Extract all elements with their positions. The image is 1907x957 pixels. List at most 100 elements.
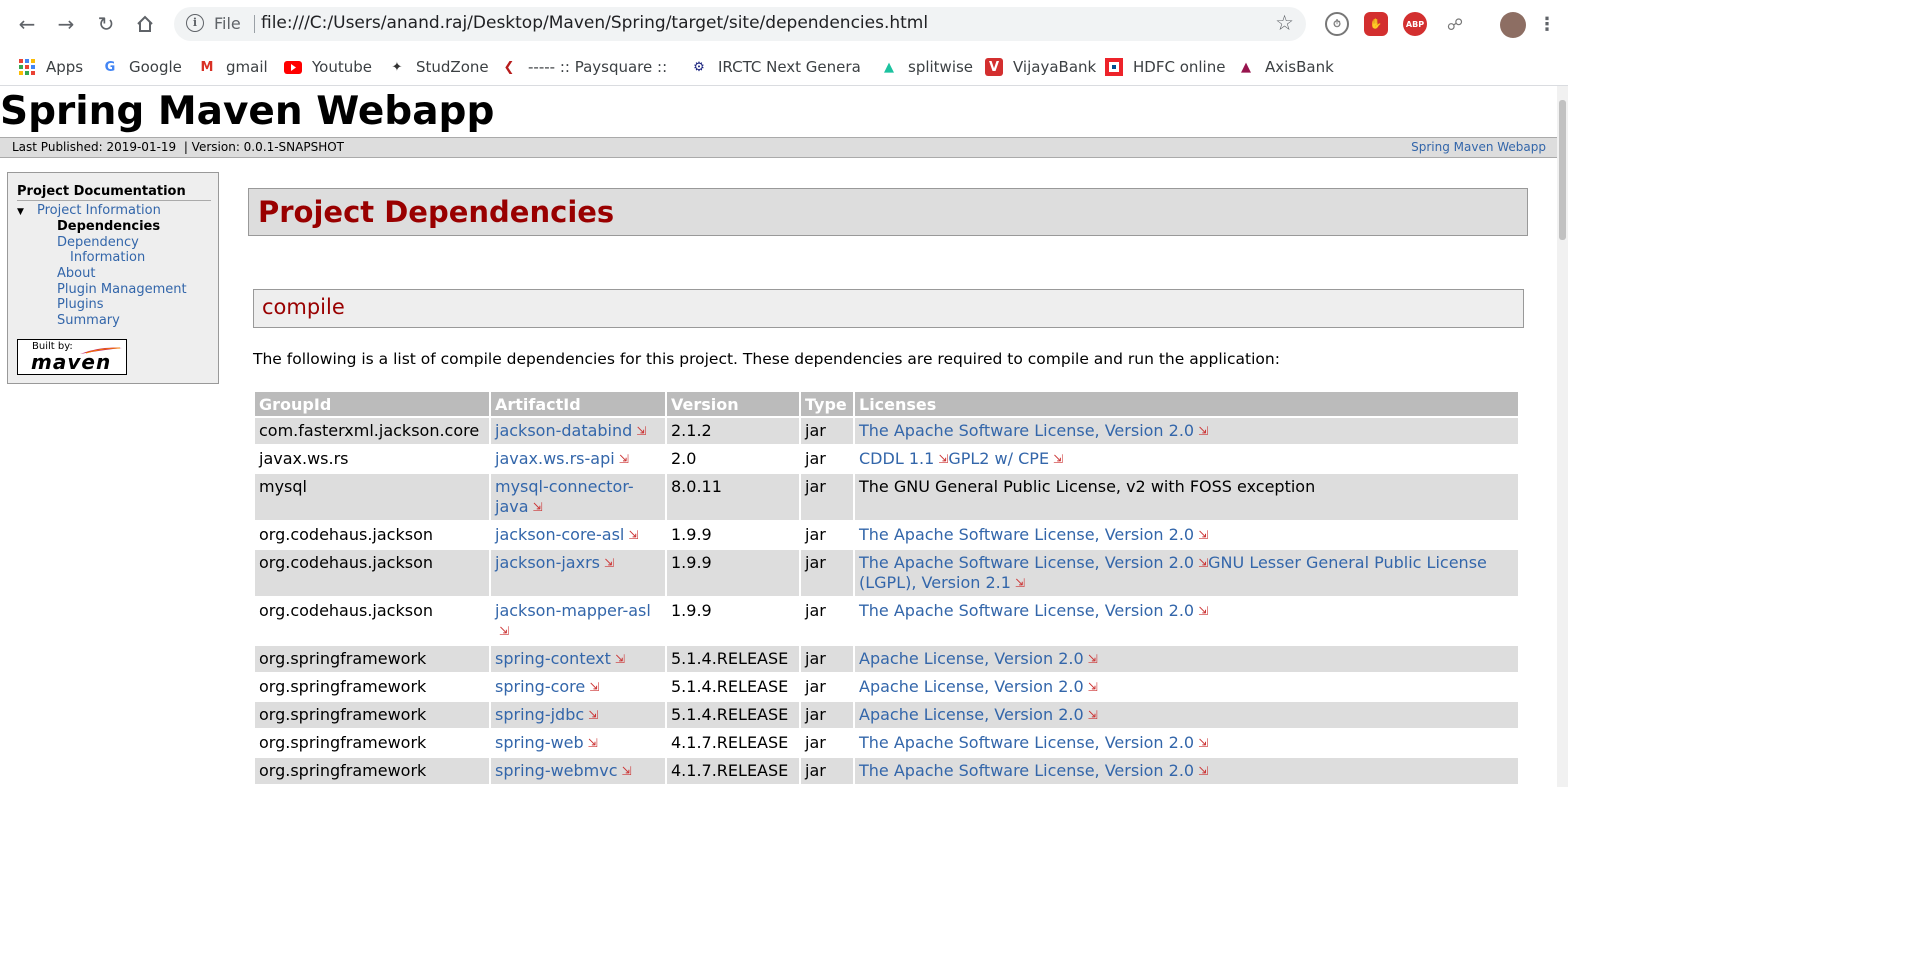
external-link-icon[interactable]: ⇲ xyxy=(499,621,509,641)
bookmark-gmail[interactable]: M gmail xyxy=(198,54,268,80)
artifact-link[interactable]: spring-jdbc xyxy=(495,705,584,724)
nav-about[interactable]: About xyxy=(57,266,95,282)
external-link-icon[interactable]: ⇲ xyxy=(1015,573,1025,593)
site-info-icon[interactable]: i xyxy=(186,14,204,32)
cell-licenses: The Apache Software License, Version 2.0… xyxy=(855,758,1518,784)
bookmark-star-icon[interactable]: ☆ xyxy=(1275,11,1294,35)
cell-groupid: org.springframework xyxy=(255,674,489,700)
section-header: Project Dependencies xyxy=(248,188,1528,236)
artifact-link[interactable]: spring-context xyxy=(495,649,611,668)
bookmark-hdfc[interactable]: HDFC online xyxy=(1105,54,1225,80)
cell-groupid: org.codehaus.jackson xyxy=(255,598,489,644)
cell-groupid: org.springframework xyxy=(255,646,489,672)
external-link-icon[interactable]: ⇲ xyxy=(604,553,614,573)
external-link-icon[interactable]: ⇲ xyxy=(533,497,543,517)
link-extension-icon[interactable]: ☍ xyxy=(1443,12,1467,36)
abp-extension-icon[interactable]: ABP xyxy=(1403,12,1427,36)
table-row: org.springframework spring-web ⇲ 4.1.7.RELE… xyxy=(255,730,1518,756)
license-link[interactable]: The Apache Software License, Version 2.0 xyxy=(859,525,1194,544)
adblock-hand-extension-icon[interactable]: ✋ xyxy=(1364,12,1388,36)
nav-dependency-information-cont[interactable]: Information xyxy=(70,250,145,266)
bookmark-paysquare[interactable]: ❮ ----- :: Paysquare :: -- xyxy=(500,54,670,80)
column-header-groupid: GroupId xyxy=(255,392,489,416)
bookmark-splitwise[interactable]: ▲ splitwise xyxy=(880,54,973,80)
external-link-icon[interactable]: ⇲ xyxy=(938,449,948,469)
external-link-icon[interactable]: ⇲ xyxy=(1198,525,1208,545)
nav-project-information[interactable]: Project Information xyxy=(37,203,161,219)
cell-version: 4.1.7.RELEASE xyxy=(667,730,799,756)
artifact-link[interactable]: javax.ws.rs-api xyxy=(495,449,615,468)
column-header-licenses: Licenses xyxy=(855,392,1518,416)
artifact-link[interactable]: jackson-core-asl xyxy=(495,525,624,544)
external-link-icon[interactable]: ⇲ xyxy=(588,733,598,753)
external-link-icon[interactable]: ⇲ xyxy=(1198,761,1208,781)
nav-summary[interactable]: Summary xyxy=(57,313,120,329)
license-link[interactable]: Apache License, Version 2.0 xyxy=(859,649,1084,668)
cell-artifactid: spring-jdbc ⇲ xyxy=(491,702,665,728)
table-row: org.springframework spring-core ⇲ 5.1.4.REL… xyxy=(255,674,1518,700)
external-link-icon[interactable]: ⇲ xyxy=(1053,449,1063,469)
bookmark-axisbank[interactable]: ▲ AxisBank xyxy=(1237,54,1334,80)
artifact-link[interactable]: spring-web xyxy=(495,733,584,752)
built-by-maven-logo[interactable]: Built by: maven xyxy=(17,339,127,375)
bookmark-label: splitwise xyxy=(908,58,974,76)
bookmark-youtube[interactable]: Youtube xyxy=(284,54,372,80)
external-link-icon[interactable]: ⇲ xyxy=(636,421,646,441)
external-link-icon[interactable]: ⇲ xyxy=(615,649,625,669)
reload-icon[interactable]: ↻ xyxy=(92,10,120,38)
scope-title: compile xyxy=(262,295,345,319)
external-link-icon[interactable]: ⇲ xyxy=(1198,601,1208,621)
address-bar[interactable]: i File file:///C:/Users/anand.raj/Deskto… xyxy=(174,7,1306,41)
bookmark-google[interactable]: G Google xyxy=(101,54,182,80)
url-text[interactable]: file:///C:/Users/anand.raj/Desktop/Maven… xyxy=(261,13,928,33)
vertical-scrollbar[interactable] xyxy=(1557,86,1568,787)
forward-arrow-icon[interactable]: → xyxy=(52,10,80,38)
license-link[interactable]: The Apache Software License, Version 2.0 xyxy=(859,601,1194,620)
dependencies-table: GroupId ArtifactId Version Type Licenses… xyxy=(253,390,1520,786)
nav-plugins[interactable]: Plugins xyxy=(57,297,104,313)
nav-dependency-information[interactable]: Dependency xyxy=(57,235,139,251)
external-link-icon[interactable]: ⇲ xyxy=(1198,733,1208,753)
artifact-link[interactable]: spring-webmvc xyxy=(495,761,618,780)
bookmark-vijayabank[interactable]: V VijayaBank xyxy=(985,54,1096,80)
license-link[interactable]: The Apache Software License, Version 2.0 xyxy=(859,421,1194,440)
external-link-icon[interactable]: ⇲ xyxy=(1198,553,1208,573)
bookmark-label: HDFC online xyxy=(1133,58,1226,76)
nav-plugin-management[interactable]: Plugin Management xyxy=(57,282,187,298)
artifact-link[interactable]: spring-core xyxy=(495,677,585,696)
cell-artifactid: jackson-databind ⇲ xyxy=(491,418,665,444)
bookmark-irctc[interactable]: ⚙ IRCTC Next Generatio xyxy=(690,54,860,80)
external-link-icon[interactable]: ⇲ xyxy=(622,761,632,781)
external-link-icon[interactable]: ⇲ xyxy=(1088,649,1098,669)
external-link-icon[interactable]: ⇲ xyxy=(1088,705,1098,725)
license-link[interactable]: The Apache Software License, Version 2.0 xyxy=(859,733,1194,752)
home-icon[interactable] xyxy=(131,10,159,38)
license-link[interactable]: GPL2 w/ CPE xyxy=(948,449,1049,468)
site-home-link[interactable]: Spring Maven Webapp xyxy=(1411,138,1546,157)
license-link[interactable]: Apache License, Version 2.0 xyxy=(859,705,1084,724)
artifact-link[interactable]: jackson-jaxrs xyxy=(495,553,600,572)
bookmark-apps[interactable]: Apps xyxy=(18,54,83,80)
bookmark-studzone[interactable]: ✦ StudZone xyxy=(388,54,489,80)
external-link-icon[interactable]: ⇲ xyxy=(628,525,638,545)
license-link[interactable]: The Apache Software License, Version 2.0 xyxy=(859,761,1194,780)
external-link-icon[interactable]: ⇲ xyxy=(619,449,629,469)
external-link-icon[interactable]: ⇲ xyxy=(1198,421,1208,441)
license-link[interactable]: Apache License, Version 2.0 xyxy=(859,677,1084,696)
cell-type: jar xyxy=(801,474,853,520)
scrollbar-thumb[interactable] xyxy=(1559,100,1566,240)
menu-kebab-icon[interactable]: ⋮ xyxy=(1535,12,1559,36)
artifact-link[interactable]: mysql-connector-java xyxy=(495,477,634,516)
artifact-link[interactable]: jackson-databind xyxy=(495,421,632,440)
cell-type: jar xyxy=(801,550,853,596)
external-link-icon[interactable]: ⇲ xyxy=(589,677,599,697)
timer-extension-icon[interactable]: ⏱ xyxy=(1325,12,1349,36)
back-arrow-icon[interactable]: ← xyxy=(13,10,41,38)
artifact-link[interactable]: jackson-mapper-asl xyxy=(495,601,651,620)
profile-avatar[interactable] xyxy=(1500,12,1526,38)
license-link[interactable]: CDDL 1.1 xyxy=(859,449,934,468)
license-link[interactable]: The Apache Software License, Version 2.0 xyxy=(859,553,1194,572)
external-link-icon[interactable]: ⇲ xyxy=(1088,677,1098,697)
external-link-icon[interactable]: ⇲ xyxy=(588,705,598,725)
caret-down-icon[interactable]: ▼ xyxy=(17,207,24,217)
